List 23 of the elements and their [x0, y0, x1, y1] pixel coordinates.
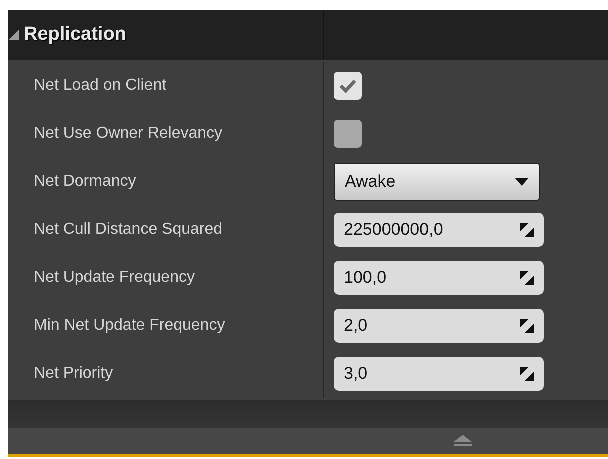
number-field[interactable]: 3,0 [334, 357, 544, 391]
drag-handle-icon [520, 367, 534, 381]
property-label: Net Update Frequency [34, 269, 195, 287]
property-label: Net Dormancy [34, 173, 136, 191]
drag-handle-icon [520, 271, 534, 285]
section-title: Replication [24, 24, 126, 46]
collapse-triangle-icon[interactable] [8, 29, 20, 41]
property-label: Min Net Update Frequency [34, 317, 226, 335]
dropdown-arrow-icon [515, 178, 529, 186]
checkmark-icon [339, 78, 357, 94]
drag-handle-icon [520, 223, 534, 237]
property-label: Net Cull Distance Squared [34, 221, 223, 239]
checkbox[interactable] [334, 120, 362, 148]
eject-icon[interactable] [453, 435, 473, 447]
dormancy-dropdown[interactable]: Awake [334, 163, 540, 201]
number-field[interactable]: 225000000,0 [334, 213, 544, 247]
property-label: Net Load on Client [34, 77, 167, 95]
checkbox[interactable] [334, 72, 362, 100]
property-label: Net Priority [34, 365, 114, 383]
number-field[interactable]: 100,0 [334, 261, 544, 295]
number-field[interactable]: 2,0 [334, 309, 544, 343]
property-label: Net Use Owner Relevancy [34, 125, 223, 143]
drag-handle-icon [520, 319, 534, 333]
